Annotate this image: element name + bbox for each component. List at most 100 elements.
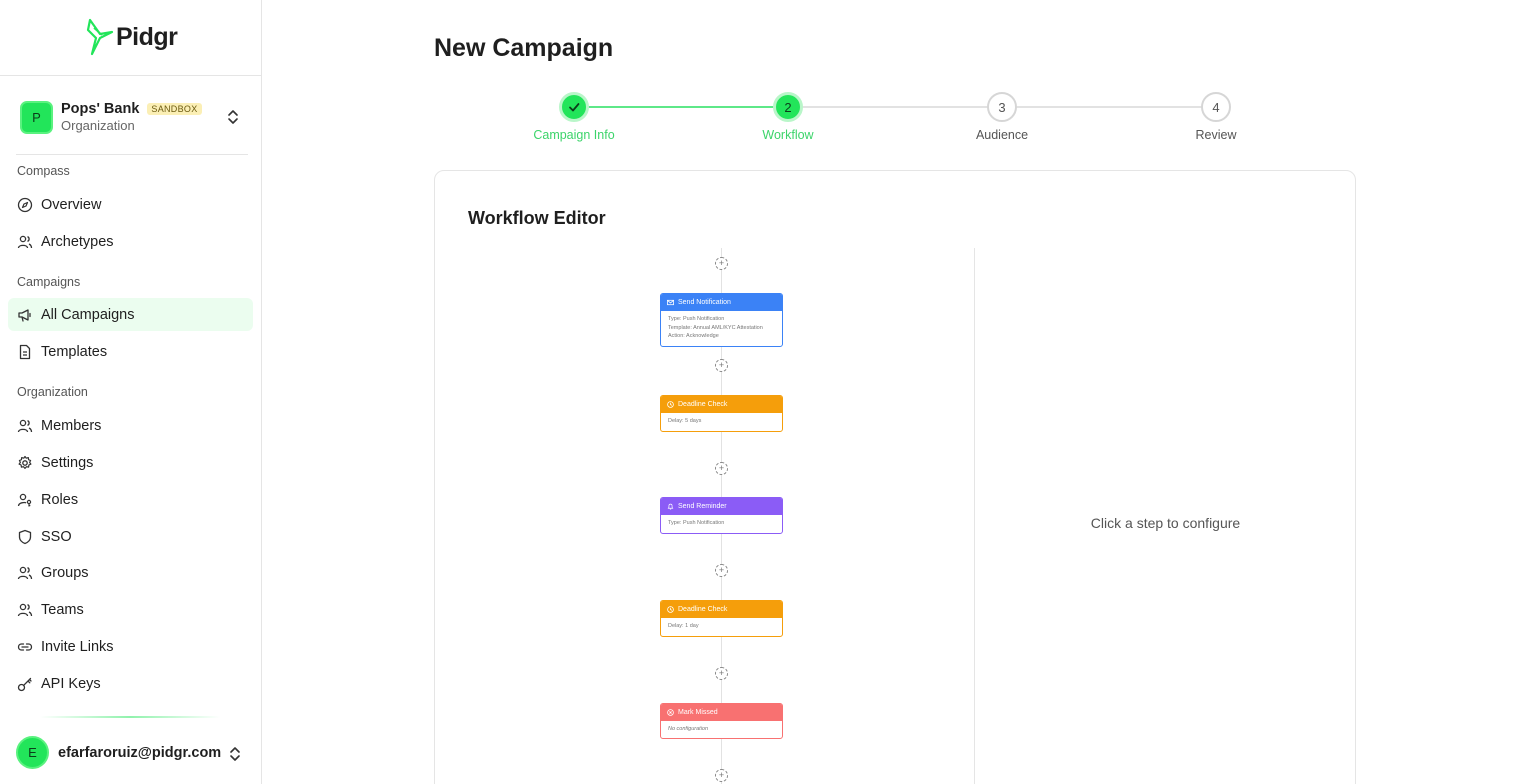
step-audience[interactable]: 3 Audience bbox=[932, 92, 1072, 142]
avatar: E bbox=[16, 736, 49, 769]
app-root: Pidgr P Pops' Bank SANDBOX Organization … bbox=[0, 0, 1528, 784]
sandbox-badge: SANDBOX bbox=[147, 103, 202, 115]
sidebar-item-members[interactable]: Members bbox=[8, 409, 253, 442]
workflow-canvas[interactable]: + Send Notification Type: Push Notificat… bbox=[660, 248, 783, 784]
user-email: efarfaroruiz@pidgr.com bbox=[58, 744, 222, 761]
sidebar-divider bbox=[16, 154, 248, 155]
org-avatar: P bbox=[20, 100, 53, 134]
sidebar-item-label: Settings bbox=[41, 454, 94, 471]
step-workflow[interactable]: 2 Workflow bbox=[718, 92, 858, 142]
users-icon bbox=[17, 565, 33, 581]
gear-icon bbox=[17, 455, 33, 471]
step-label: Workflow bbox=[762, 128, 814, 142]
step-body: Type: Push Notification Template: Annual… bbox=[661, 311, 782, 345]
step-campaign-info[interactable]: Campaign Info bbox=[504, 92, 644, 142]
brand-name: Pidgr bbox=[116, 22, 178, 51]
add-step-button[interactable]: + bbox=[715, 564, 728, 577]
sidebar-item-label: All Campaigns bbox=[41, 306, 135, 323]
step-detail: Delay: 1 day bbox=[668, 623, 699, 629]
step-title: Send Reminder bbox=[678, 503, 727, 510]
sidebar-item-templates[interactable]: Templates bbox=[8, 335, 253, 368]
user-key-icon bbox=[17, 492, 33, 508]
notification-icon bbox=[667, 299, 674, 306]
step-number: 3 bbox=[987, 92, 1017, 122]
compass-icon bbox=[17, 197, 33, 213]
bell-icon bbox=[667, 503, 674, 510]
step-number: 2 bbox=[773, 92, 803, 122]
key-icon bbox=[17, 676, 33, 692]
user-menu[interactable]: E efarfaroruiz@pidgr.com bbox=[16, 736, 246, 769]
step-body: Type: Push Notification bbox=[661, 515, 782, 532]
config-placeholder: Click a step to configure bbox=[1090, 515, 1241, 531]
sidebar: Pidgr P Pops' Bank SANDBOX Organization … bbox=[0, 0, 262, 784]
clock-icon bbox=[667, 606, 674, 613]
step-header: Send Reminder bbox=[661, 498, 782, 515]
org-name-row: Pops' Bank SANDBOX bbox=[61, 101, 202, 117]
workflow-step-mark-missed[interactable]: Mark Missed No configuration bbox=[660, 703, 783, 739]
sidebar-item-label: Archetypes bbox=[41, 233, 114, 250]
section-label-compass: Compass bbox=[17, 164, 70, 178]
sidebar-item-settings[interactable]: Settings bbox=[8, 446, 253, 479]
section-label-organization: Organization bbox=[17, 385, 88, 399]
users-icon bbox=[17, 418, 33, 434]
link-icon bbox=[17, 639, 33, 655]
shield-icon bbox=[17, 529, 33, 545]
step-number: 4 bbox=[1201, 92, 1231, 122]
sidebar-item-label: Roles bbox=[41, 491, 79, 508]
sidebar-item-label: Groups bbox=[41, 564, 89, 581]
step-header: Deadline Check bbox=[661, 601, 782, 618]
sidebar-item-all-campaigns[interactable]: All Campaigns bbox=[8, 298, 253, 331]
document-icon bbox=[17, 344, 33, 360]
workflow-step-send-notification[interactable]: Send Notification Type: Push Notificatio… bbox=[660, 293, 783, 347]
step-review[interactable]: 4 Review bbox=[1146, 92, 1286, 142]
step-label: Campaign Info bbox=[533, 128, 615, 142]
section-label-campaigns: Campaigns bbox=[17, 275, 81, 289]
sidebar-item-label: Invite Links bbox=[41, 638, 114, 655]
sidebar-item-teams[interactable]: Teams bbox=[8, 593, 253, 626]
check-icon bbox=[559, 92, 589, 122]
sidebar-divider bbox=[0, 75, 261, 76]
sidebar-item-label: Teams bbox=[41, 601, 84, 618]
sidebar-item-overview[interactable]: Overview bbox=[8, 188, 253, 221]
sidebar-item-api-keys[interactable]: API Keys bbox=[8, 667, 253, 700]
workflow-step-deadline-check[interactable]: Deadline Check Delay: 5 days bbox=[660, 395, 783, 432]
workflow-step-deadline-check[interactable]: Deadline Check Delay: 1 day bbox=[660, 600, 783, 637]
step-header: Send Notification bbox=[661, 294, 782, 311]
sidebar-item-label: Overview bbox=[41, 196, 102, 213]
workflow-step-send-reminder[interactable]: Send Reminder Type: Push Notification bbox=[660, 497, 783, 534]
step-label: Review bbox=[1195, 128, 1237, 142]
sidebar-item-label: SSO bbox=[41, 528, 72, 545]
pidgr-bird-icon bbox=[86, 18, 114, 56]
sidebar-item-invite-links[interactable]: Invite Links bbox=[8, 630, 253, 663]
step-body: Delay: 1 day bbox=[661, 618, 782, 635]
sidebar-item-archetypes[interactable]: Archetypes bbox=[8, 225, 253, 258]
add-step-button[interactable]: + bbox=[715, 359, 728, 372]
sidebar-item-label: Templates bbox=[41, 343, 108, 360]
step-body: No configuration bbox=[661, 721, 782, 738]
step-title: Deadline Check bbox=[678, 401, 728, 408]
card-title: Workflow Editor bbox=[468, 208, 606, 228]
org-type: Organization bbox=[61, 118, 135, 133]
step-header: Deadline Check bbox=[661, 396, 782, 413]
step-detail: No configuration bbox=[668, 726, 709, 732]
sidebar-item-label: Members bbox=[41, 417, 102, 434]
org-switcher[interactable]: P Pops' Bank SANDBOX Organization bbox=[20, 99, 248, 135]
add-step-button[interactable]: + bbox=[715, 462, 728, 475]
user-divider bbox=[40, 716, 220, 718]
sidebar-item-groups[interactable]: Groups bbox=[8, 556, 253, 589]
sidebar-item-sso[interactable]: SSO bbox=[8, 520, 253, 553]
chevron-updown-icon[interactable] bbox=[228, 745, 242, 763]
step-body: Delay: 5 days bbox=[661, 413, 782, 430]
chevron-updown-icon[interactable] bbox=[226, 108, 240, 126]
brand-logo[interactable]: Pidgr bbox=[86, 18, 178, 56]
clock-icon bbox=[667, 401, 674, 408]
megaphone-icon bbox=[17, 307, 33, 323]
add-step-button[interactable]: + bbox=[715, 769, 728, 782]
step-header: Mark Missed bbox=[661, 704, 782, 721]
add-step-button[interactable]: + bbox=[715, 257, 728, 270]
sidebar-item-roles[interactable]: Roles bbox=[8, 483, 253, 516]
step-label: Audience bbox=[975, 128, 1029, 142]
step-title: Send Notification bbox=[678, 299, 731, 306]
add-step-button[interactable]: + bbox=[715, 667, 728, 680]
org-name: Pops' Bank bbox=[61, 101, 140, 117]
